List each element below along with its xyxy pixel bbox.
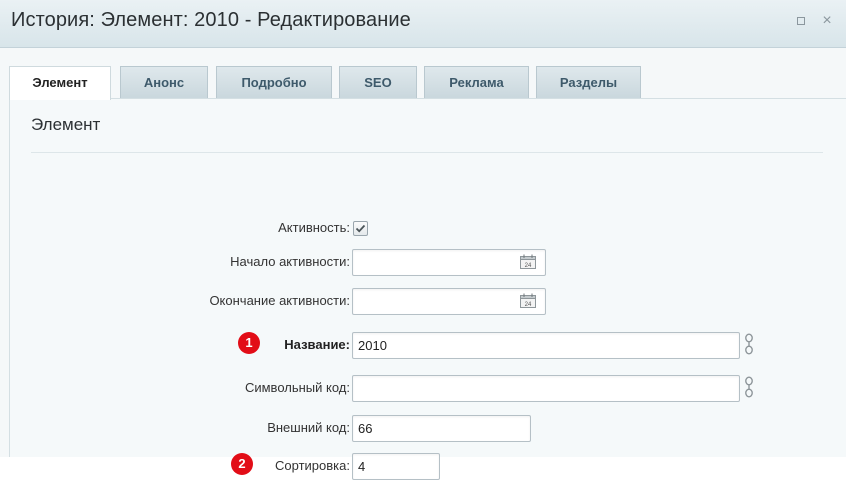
window-title: История: Элемент: 2010 - Редактирование	[11, 9, 411, 31]
calendar-icon[interactable]: 24	[520, 254, 536, 269]
section-title: Элемент	[31, 115, 101, 134]
tabs-area: Элемент Анонс Подробно SEO Реклама Разде…	[0, 48, 846, 480]
link-icon[interactable]	[743, 376, 755, 398]
active-to-label: Окончание активности:	[209, 293, 350, 308]
tab-sections[interactable]: Разделы	[536, 66, 641, 99]
annotation-badge-2: 2	[231, 453, 253, 475]
tab-element[interactable]: Элемент	[9, 66, 111, 100]
annotation-badge-1: 1	[238, 332, 260, 354]
calendar-icon[interactable]: 24	[520, 293, 536, 308]
sort-label: Сортировка:	[275, 458, 350, 473]
tab-preview[interactable]: Анонс	[120, 66, 208, 99]
window-titlebar: История: Элемент: 2010 - Редактирование …	[0, 0, 846, 48]
maximize-icon[interactable]	[794, 14, 808, 28]
section-divider	[31, 152, 823, 153]
calendar-day: 24	[525, 263, 532, 269]
external-code-input[interactable]: 66	[352, 415, 531, 442]
tab-seo[interactable]: SEO	[339, 66, 417, 99]
name-input[interactable]: 2010	[352, 332, 740, 359]
sort-input[interactable]: 4	[352, 453, 440, 480]
external-code-label: Внешний код:	[267, 420, 350, 435]
calendar-day: 24	[525, 302, 532, 308]
link-icon[interactable]	[743, 333, 755, 355]
code-label: Символьный код:	[244, 380, 350, 395]
tab-advertising[interactable]: Реклама	[424, 66, 529, 99]
active-to-input[interactable]	[352, 288, 546, 315]
tab-detail[interactable]: Подробно	[216, 66, 332, 99]
active-from-label: Начало активности:	[230, 254, 350, 269]
checkmark-icon	[355, 224, 366, 233]
name-label: Название:	[284, 337, 350, 352]
active-from-input[interactable]	[352, 249, 546, 276]
active-checkbox[interactable]	[353, 221, 368, 236]
element-panel: Элемент Активность: Начало активности: 2…	[9, 98, 846, 480]
active-label: Активность:	[278, 220, 350, 235]
close-icon[interactable]: ×	[820, 13, 834, 29]
code-input[interactable]	[352, 375, 740, 402]
